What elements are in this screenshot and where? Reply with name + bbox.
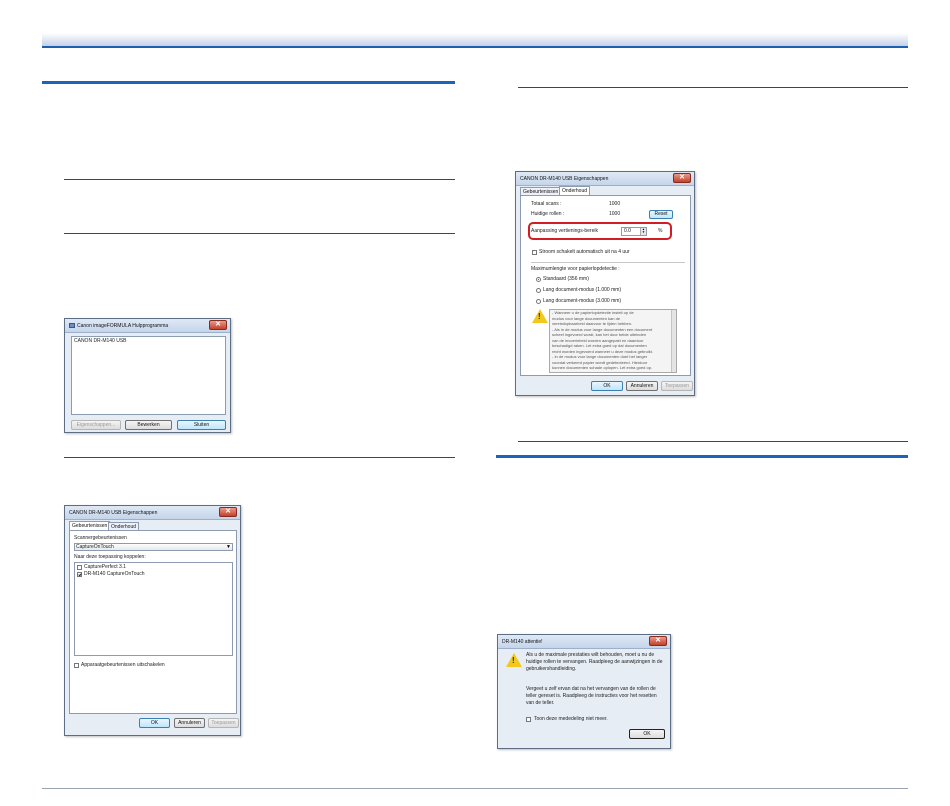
current-roller-value: 1000 bbox=[609, 211, 621, 217]
reset-button[interactable]: Reset bbox=[649, 210, 673, 219]
alert-dialog: DR-M140 attentie! ✕ ! Als u de maximale … bbox=[497, 634, 671, 749]
step-rule-3 bbox=[64, 457, 455, 458]
alert-message-line: gebruikershandleiding. bbox=[526, 666, 577, 672]
step-rule-2 bbox=[64, 233, 455, 234]
power-off-checkbox[interactable] bbox=[532, 250, 537, 255]
disable-events-label: Apparaatgebeurtenissen uitschakelen bbox=[81, 662, 165, 668]
cancel-button-label: Annuleren bbox=[178, 720, 201, 726]
reset-button-label: Reset bbox=[654, 211, 668, 217]
app-checkbox-captureontouch[interactable] bbox=[77, 572, 82, 577]
scanner-event-value: CaptureOnTouch bbox=[76, 544, 114, 550]
alert-message-line: Vergeet u zelf ervan dat na het vervange… bbox=[526, 686, 656, 692]
step-rule-5 bbox=[518, 441, 908, 442]
properties-maintenance-dialog: CANON DR-M140 USB Eigenschappen ✕ Gebeur… bbox=[515, 171, 695, 396]
max-length-label: Maximumlengte voor papierlopdetectie : bbox=[531, 266, 620, 272]
close-icon[interactable]: ✕ bbox=[219, 507, 237, 517]
radio-long-1000-label: Lang document-modus (1.000 mm) bbox=[543, 287, 622, 293]
cancel-button[interactable]: Annuleren bbox=[626, 381, 658, 391]
alert-dialog-title-text: DR-M140 attentie! bbox=[502, 639, 543, 645]
apply-button[interactable]: Toepassen bbox=[208, 718, 239, 728]
ok-button[interactable]: OK bbox=[591, 381, 623, 391]
step-rule-4 bbox=[518, 87, 908, 88]
note-box[interactable]: - Wanneer u de papierlopdetectie instelt… bbox=[549, 309, 677, 373]
alert-message-line: van de teller. bbox=[526, 700, 555, 706]
scanner-list-item[interactable]: CANON DR-M140 USB bbox=[74, 338, 127, 345]
alert-dialog-title: DR-M140 attentie! bbox=[498, 635, 670, 649]
disable-events-checkbox[interactable] bbox=[74, 663, 79, 668]
adjust-highlight-frame bbox=[528, 222, 672, 240]
edit-button-label: Bewerken bbox=[137, 422, 160, 428]
cancel-button-label: Annuleren bbox=[630, 383, 654, 389]
utility-dialog-title: Canon imageFORMULA Hulpprogramma bbox=[65, 319, 230, 333]
step-rule-1 bbox=[64, 179, 455, 180]
dont-show-checkbox[interactable] bbox=[526, 717, 531, 722]
ok-button[interactable]: OK bbox=[139, 718, 170, 728]
utility-dialog: Canon imageFORMULA Hulpprogramma ✕ CANON… bbox=[64, 318, 231, 433]
close-button-label: Sluiten bbox=[193, 422, 210, 428]
warning-icon: ! bbox=[532, 309, 548, 323]
alert-message-line: huidige rollen te vervangen. Raadpleeg d… bbox=[526, 659, 663, 665]
app-icon bbox=[69, 323, 75, 329]
total-scans-value: 1000 bbox=[609, 201, 621, 207]
ok-button-label: OK bbox=[643, 731, 651, 737]
events-tab-panel: Scannergebeurtenissen CaptureOnTouch ▼ N… bbox=[69, 530, 237, 714]
chevron-down-icon[interactable]: ▼ bbox=[226, 544, 231, 551]
properties-events-dialog: CANON DR-M140 USB Eigenschappen ✕ Gebeur… bbox=[64, 505, 241, 736]
warning-icon: ! bbox=[506, 653, 522, 667]
utility-dialog-title-text: Canon imageFORMULA Hulpprogramma bbox=[77, 323, 169, 329]
properties-maintenance-title-text: CANON DR-M140 USB Eigenschappen bbox=[520, 176, 609, 182]
ok-button-label: OK bbox=[150, 720, 159, 726]
properties-events-title-text: CANON DR-M140 USB Eigenschappen bbox=[69, 510, 158, 516]
ok-button-label: OK bbox=[603, 383, 611, 389]
section-bar-left bbox=[42, 81, 455, 84]
radio-long-3000[interactable] bbox=[536, 299, 541, 304]
close-icon[interactable]: ✕ bbox=[673, 173, 691, 183]
app-checkbox-captureperfect[interactable] bbox=[77, 565, 82, 570]
scanner-list[interactable]: CANON DR-M140 USB bbox=[71, 336, 226, 415]
cancel-button[interactable]: Annuleren bbox=[174, 718, 205, 728]
total-scans-label: Totaal scans : bbox=[531, 201, 562, 207]
radio-long-3000-label: Lang document-modus (3.000 mm) bbox=[543, 298, 622, 304]
section-bar-right bbox=[496, 455, 908, 458]
dont-show-label: Toon deze mededeling niet meer. bbox=[534, 716, 608, 722]
close-icon[interactable]: ✕ bbox=[209, 320, 227, 330]
alert-message-line: teller gereset is. Raadpleeg de instruct… bbox=[526, 693, 657, 699]
note-line: kunnen documenten schade oplopen. Let ex… bbox=[552, 365, 653, 370]
apply-button-label: Toepassen bbox=[211, 720, 236, 726]
app-label-captureontouch: DR-M140 CaptureOnTouch bbox=[84, 571, 145, 577]
current-roller-label: Huidige rollen : bbox=[531, 211, 565, 217]
close-icon[interactable]: ✕ bbox=[649, 636, 667, 646]
radio-long-1000[interactable] bbox=[536, 288, 541, 293]
app-link-label: Naar deze toepassing koppelen: bbox=[74, 554, 146, 560]
power-off-label: Stroom schakelt automatisch uit na 4 uur bbox=[539, 249, 630, 255]
apply-button-label: Toepassen bbox=[664, 383, 690, 389]
ok-button[interactable]: OK bbox=[629, 729, 665, 739]
properties-button-label: Eigenschappen... bbox=[76, 422, 116, 428]
close-button[interactable]: Sluiten bbox=[177, 420, 226, 430]
edit-button[interactable]: Bewerken bbox=[125, 420, 172, 430]
radio-standard[interactable] bbox=[536, 277, 541, 282]
radio-standard-label: Standaard (356 mm) bbox=[543, 276, 589, 282]
page-footer-rule bbox=[42, 788, 908, 789]
alert-message-line: Als u de maximale prestaties wilt behoud… bbox=[526, 652, 655, 658]
apply-button[interactable]: Toepassen bbox=[661, 381, 693, 391]
page-header-bar bbox=[42, 33, 908, 48]
app-list[interactable]: CapturePerfect 3.1 DR-M140 CaptureOnTouc… bbox=[74, 562, 233, 656]
properties-maintenance-title: CANON DR-M140 USB Eigenschappen bbox=[516, 172, 694, 186]
app-label-captureperfect: CapturePerfect 3.1 bbox=[84, 564, 126, 570]
note-scrollbar[interactable] bbox=[671, 310, 676, 372]
section-divider bbox=[531, 262, 685, 263]
properties-events-title: CANON DR-M140 USB Eigenschappen bbox=[65, 506, 240, 520]
scanner-events-label: Scannergebeurtenissen bbox=[74, 535, 127, 541]
scanner-event-select[interactable]: CaptureOnTouch ▼ bbox=[74, 543, 233, 551]
properties-button[interactable]: Eigenschappen... bbox=[71, 420, 121, 430]
